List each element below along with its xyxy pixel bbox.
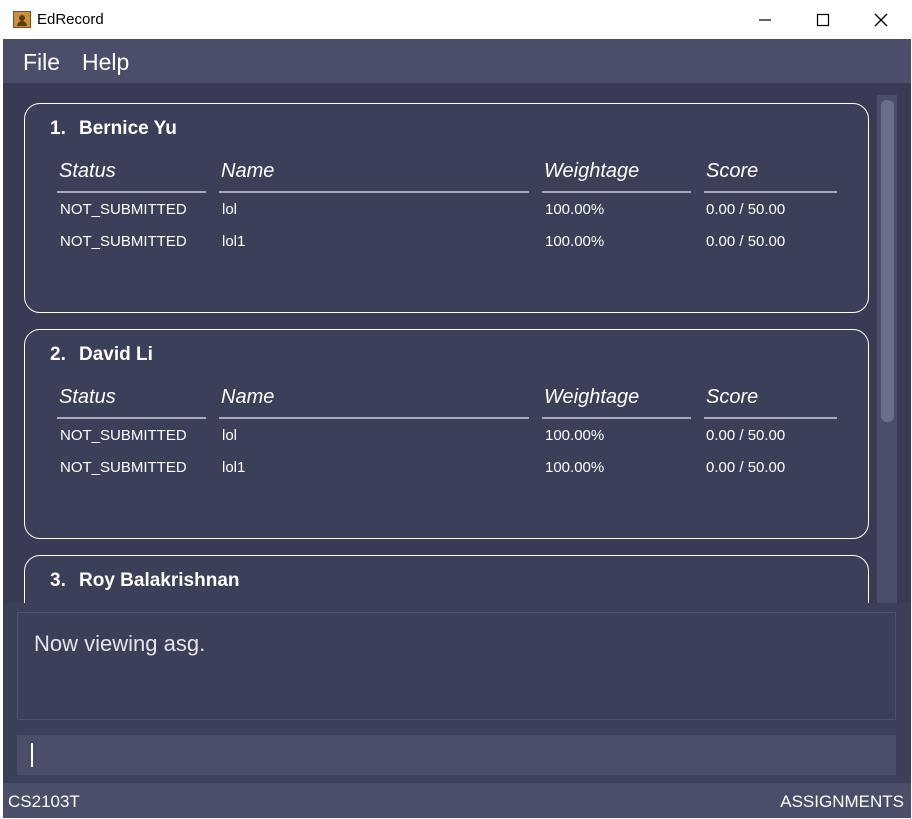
student-index: 2.: [50, 344, 66, 365]
cell-status: NOT_SUBMITTED: [60, 459, 187, 476]
result-message: Now viewing asg.: [34, 631, 206, 656]
column-header-score[interactable]: Score: [706, 386, 758, 409]
student-index: 1.: [50, 118, 66, 139]
scrollbar-thumb[interactable]: [881, 100, 894, 422]
column-header-name[interactable]: Name: [221, 386, 274, 409]
cell-status: NOT_SUBMITTED: [60, 233, 187, 250]
cell-score: 0.00 / 50.00: [706, 427, 786, 444]
window-title: EdRecord: [37, 11, 104, 28]
title-bar: EdRecord: [3, 2, 911, 39]
app-window: EdRecord File Help 1. Bernice Yu Status N…: [3, 2, 911, 818]
cell-score: 0.00 / 50.00: [706, 201, 786, 218]
student-name: David Li: [79, 344, 153, 365]
menu-help[interactable]: Help: [82, 49, 129, 76]
minimize-button[interactable]: [736, 2, 794, 39]
column-divider: [219, 417, 529, 419]
column-divider: [704, 417, 837, 419]
column-divider: [57, 417, 206, 419]
command-input[interactable]: [17, 735, 896, 775]
column-divider: [57, 191, 206, 193]
text-cursor: [31, 743, 33, 767]
cell-weightage: 100.00%: [545, 201, 605, 218]
cell-name: lol: [222, 201, 238, 218]
student-list[interactable]: 1. Bernice Yu Status Name Weightage Score…: [3, 83, 911, 603]
cell-weightage: 100.00%: [545, 233, 605, 250]
maximize-icon: [816, 13, 830, 27]
student-name: Bernice Yu: [79, 118, 177, 139]
menu-file[interactable]: File: [23, 49, 60, 76]
column-header-score[interactable]: Score: [706, 160, 758, 183]
column-divider: [542, 417, 691, 419]
column-header-status[interactable]: Status: [59, 160, 116, 183]
status-view: ASSIGNMENTS: [780, 792, 904, 811]
result-panel: Now viewing asg.: [3, 603, 911, 729]
column-header-weightage[interactable]: Weightage: [544, 386, 639, 409]
close-button[interactable]: [852, 2, 910, 39]
cell-score: 0.00 / 50.00: [706, 233, 786, 250]
student-card[interactable]: 2. David Li Status Name Weightage Score N…: [24, 329, 869, 539]
cell-status: NOT_SUBMITTED: [60, 427, 187, 444]
column-header-name[interactable]: Name: [221, 160, 274, 183]
column-divider: [542, 191, 691, 193]
student-card[interactable]: 1. Bernice Yu Status Name Weightage Score…: [24, 103, 869, 313]
maximize-button[interactable]: [794, 2, 852, 39]
cell-name: lol1: [222, 233, 246, 250]
column-divider: [219, 191, 529, 193]
cell-name: lol: [222, 427, 238, 444]
status-bar: CS2103T ASSIGNMENTS: [3, 783, 911, 818]
menu-bar: File Help: [3, 39, 911, 83]
cell-weightage: 100.00%: [545, 427, 605, 444]
contact-book-icon: [13, 11, 31, 28]
cell-weightage: 100.00%: [545, 459, 605, 476]
student-name: Roy Balakrishnan: [79, 570, 240, 591]
column-header-weightage[interactable]: Weightage: [544, 160, 639, 183]
cell-score: 0.00 / 50.00: [706, 459, 786, 476]
student-title: 2. David Li: [50, 344, 153, 366]
status-module: CS2103T: [8, 792, 80, 811]
column-header-status[interactable]: Status: [59, 386, 116, 409]
column-divider: [704, 191, 837, 193]
close-icon: [874, 13, 888, 27]
cell-name: lol1: [222, 459, 246, 476]
student-index: 3.: [50, 570, 66, 591]
student-title: 1. Bernice Yu: [50, 118, 177, 140]
cell-status: NOT_SUBMITTED: [60, 201, 187, 218]
student-card[interactable]: 3. Roy Balakrishnan: [24, 555, 869, 603]
minimize-icon: [759, 19, 771, 21]
student-title: 3. Roy Balakrishnan: [50, 570, 240, 592]
result-display: Now viewing asg.: [17, 612, 896, 720]
